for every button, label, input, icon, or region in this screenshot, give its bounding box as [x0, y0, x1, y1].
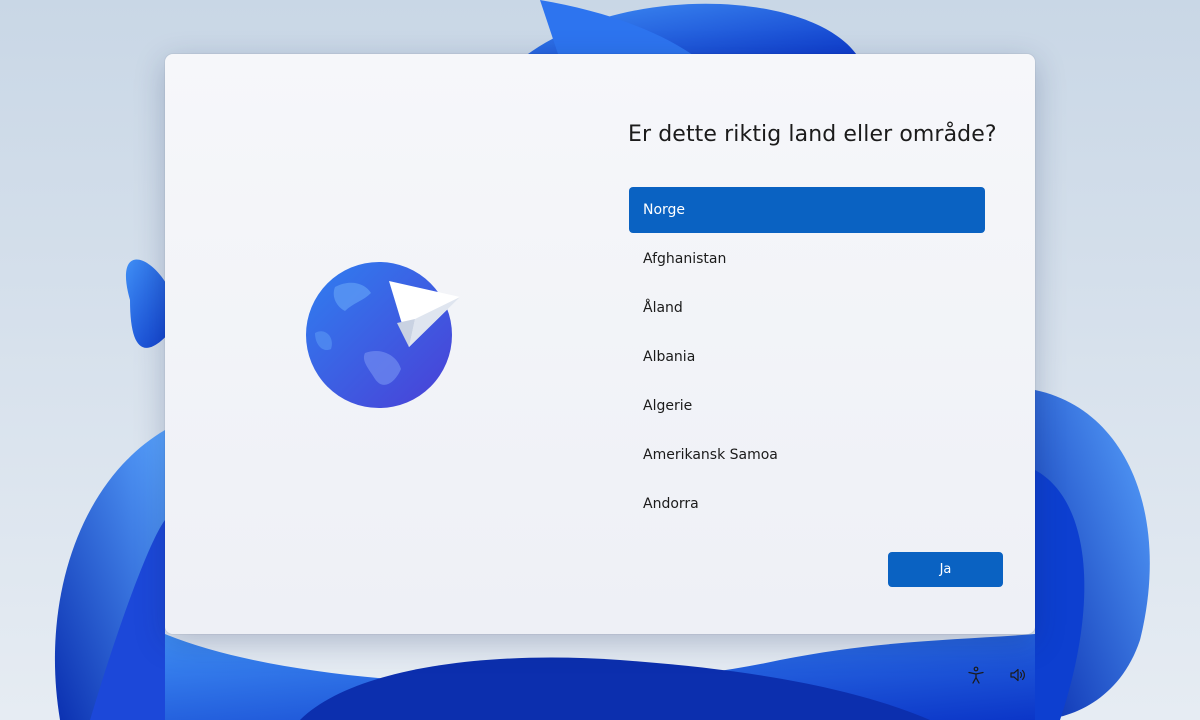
volume-icon[interactable] [1008, 665, 1028, 685]
country-item-afghanistan[interactable]: Afghanistan [629, 236, 985, 282]
country-list[interactable]: Norge Afghanistan Åland Albania Algerie … [629, 187, 985, 530]
country-item-albania[interactable]: Albania [629, 334, 985, 380]
country-label: Afghanistan [643, 251, 727, 267]
yes-button[interactable]: Ja [888, 552, 1003, 587]
accessibility-icon[interactable] [966, 665, 986, 685]
country-item-andorra[interactable]: Andorra [629, 481, 985, 527]
country-label: Amerikansk Samoa [643, 447, 778, 463]
country-item-algerie[interactable]: Algerie [629, 383, 985, 429]
country-item-norge[interactable]: Norge [629, 187, 985, 233]
country-label: Andorra [643, 496, 699, 512]
page-title: Er dette riktig land eller område? [628, 122, 997, 147]
country-item-amerikansk-samoa[interactable]: Amerikansk Samoa [629, 432, 985, 478]
country-label: Albania [643, 349, 696, 365]
globe-paper-plane-icon [306, 262, 460, 408]
country-item-aland[interactable]: Åland [629, 285, 985, 331]
country-label: Norge [643, 202, 686, 218]
country-label: Åland [643, 300, 683, 316]
region-setup-dialog: Er dette riktig land eller område? Norge… [165, 54, 1035, 634]
country-label: Algerie [643, 398, 693, 414]
